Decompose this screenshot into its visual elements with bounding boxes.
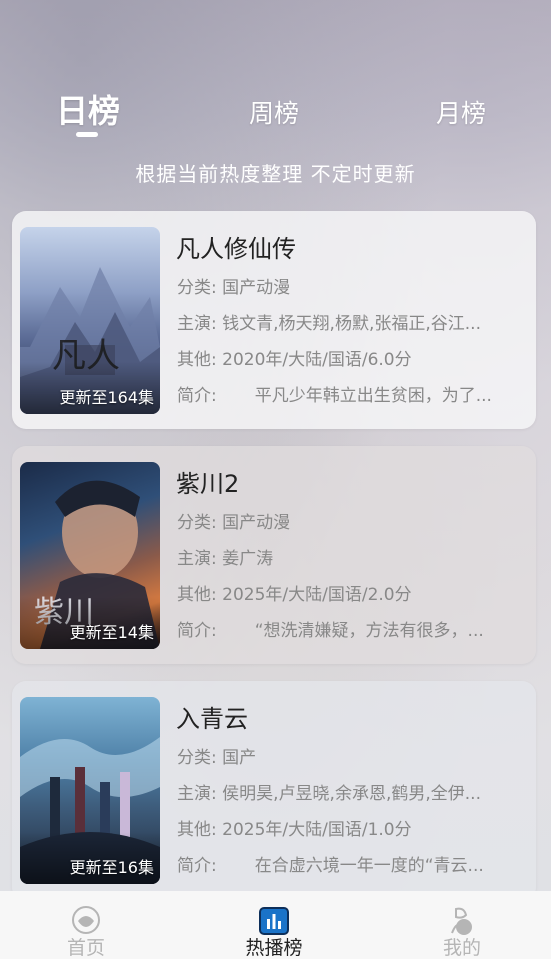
category-value: 国产动漫 bbox=[222, 513, 291, 533]
episode-badge: 更新至14集 bbox=[69, 623, 154, 642]
intro-row: 简介: 在合虚六境一年一度的“青云... bbox=[177, 851, 527, 876]
nav-mine-label: 我的 bbox=[442, 937, 481, 959]
tab-monthly[interactable]: 月榜 bbox=[436, 94, 486, 130]
tab-daily[interactable]: 日榜 bbox=[56, 86, 120, 132]
poster-image[interactable]: 更新至16集 bbox=[20, 697, 160, 884]
poster-image[interactable]: 凡人 更新至164集 bbox=[20, 227, 160, 414]
other-value: 2020年/大陆/国语/6.0分 bbox=[222, 350, 412, 370]
category-label: 分类: bbox=[177, 278, 217, 298]
category-value: 国产动漫 bbox=[222, 278, 291, 298]
other-value: 2025年/大陆/国语/2.0分 bbox=[222, 585, 412, 605]
tab-weekly[interactable]: 周榜 bbox=[249, 94, 299, 130]
cast-value: 姜广涛 bbox=[222, 549, 274, 569]
cast-row: 主演: 姜广涛 bbox=[177, 544, 527, 569]
ranking-card[interactable]: 凡人 更新至164集 凡人修仙传 分类: 国产动漫 主演: 钱文青,杨天翔,杨默… bbox=[12, 211, 536, 429]
bottom-navigation: 首页 热播榜 我的 bbox=[0, 891, 551, 959]
ranking-card[interactable]: 紫川 更新至14集 紫川2 分类: 国产动漫 主演: 姜广涛 其他: 2025年… bbox=[12, 446, 536, 664]
other-label: 其他: bbox=[177, 350, 217, 370]
nav-mine[interactable]: 我的 bbox=[402, 891, 522, 959]
cast-label: 主演: bbox=[177, 314, 217, 334]
category-row: 分类: 国产动漫 bbox=[177, 508, 527, 533]
intro-label: 简介: bbox=[177, 386, 217, 406]
nav-home-label: 首页 bbox=[66, 937, 105, 959]
intro-value: “想洗清嫌疑，方法有很多，... bbox=[254, 621, 484, 641]
show-title[interactable]: 凡人修仙传 bbox=[176, 229, 296, 264]
nav-home[interactable]: 首页 bbox=[26, 891, 146, 959]
other-value: 2025年/大陆/国语/1.0分 bbox=[222, 820, 412, 840]
intro-value: 平凡少年韩立出生贫困，为了... bbox=[254, 386, 492, 406]
other-row: 其他: 2025年/大陆/国语/2.0分 bbox=[177, 580, 527, 605]
active-tab-indicator bbox=[76, 132, 98, 137]
other-row: 其他: 2025年/大陆/国语/1.0分 bbox=[177, 815, 527, 840]
other-label: 其他: bbox=[177, 820, 217, 840]
category-value: 国产 bbox=[222, 748, 257, 768]
intro-row: 简介: 平凡少年韩立出生贫困，为了... bbox=[177, 381, 527, 406]
other-row: 其他: 2020年/大陆/国语/6.0分 bbox=[177, 345, 527, 370]
cast-label: 主演: bbox=[177, 549, 217, 569]
category-row: 分类: 国产动漫 bbox=[177, 273, 527, 298]
ranking-card[interactable]: 更新至16集 入青云 分类: 国产 主演: 侯明昊,卢昱晓,余承恩,鹤男,全伊.… bbox=[12, 681, 536, 901]
category-label: 分类: bbox=[177, 748, 217, 768]
cast-row: 主演: 侯明昊,卢昱晓,余承恩,鹤男,全伊... bbox=[177, 779, 527, 804]
cast-value: 钱文青,杨天翔,杨默,张福正,谷江... bbox=[222, 314, 481, 334]
category-row: 分类: 国产 bbox=[177, 743, 527, 768]
show-title[interactable]: 入青云 bbox=[176, 699, 248, 734]
cast-label: 主演: bbox=[177, 784, 217, 804]
episode-badge: 更新至16集 bbox=[69, 858, 154, 877]
nav-rank[interactable]: 热播榜 bbox=[214, 891, 334, 959]
category-label: 分类: bbox=[177, 513, 217, 533]
intro-row: 简介: “想洗清嫌疑，方法有很多，... bbox=[177, 616, 527, 641]
show-title[interactable]: 紫川2 bbox=[176, 464, 239, 499]
episode-badge: 更新至164集 bbox=[59, 388, 154, 407]
cast-value: 侯明昊,卢昱晓,余承恩,鹤男,全伊... bbox=[222, 784, 481, 804]
poster-image[interactable]: 紫川 更新至14集 bbox=[20, 462, 160, 649]
nav-rank-label: 热播榜 bbox=[245, 937, 303, 959]
intro-label: 简介: bbox=[177, 621, 217, 641]
intro-value: 在合虚六境一年一度的“青云... bbox=[254, 856, 484, 876]
intro-label: 简介: bbox=[177, 856, 217, 876]
ranking-subtitle: 根据当前热度整理 不定时更新 bbox=[135, 162, 416, 186]
cast-row: 主演: 钱文青,杨天翔,杨默,张福正,谷江... bbox=[177, 309, 527, 334]
ranking-tabs: 日榜 周榜 月榜 bbox=[0, 86, 551, 146]
other-label: 其他: bbox=[177, 585, 217, 605]
